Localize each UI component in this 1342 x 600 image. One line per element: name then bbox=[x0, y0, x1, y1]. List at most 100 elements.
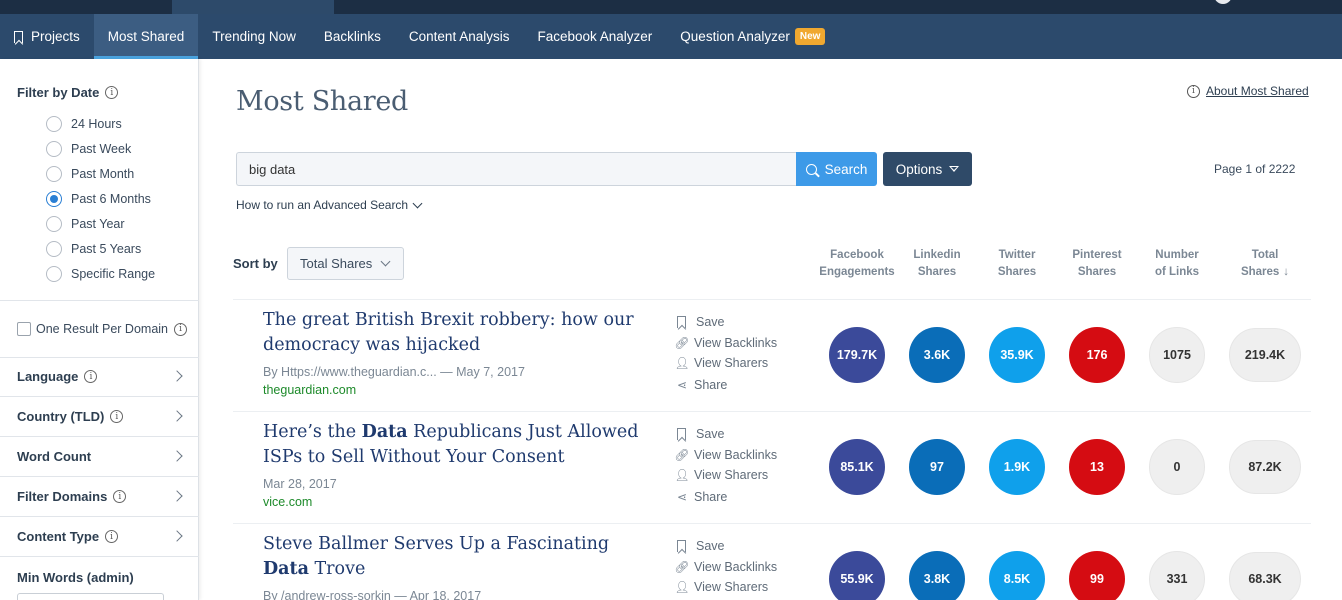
user-avatar[interactable] bbox=[1214, 0, 1232, 4]
share-icon: ⋖ bbox=[676, 378, 688, 392]
nav-trending-now[interactable]: Trending Now bbox=[198, 14, 310, 59]
nav-projects[interactable]: Projects bbox=[0, 14, 94, 59]
title-text: Steve Ballmer Serves Up a Fascinating bbox=[263, 534, 610, 554]
bookmark-icon bbox=[677, 540, 686, 552]
filter-word-count[interactable]: Word Count bbox=[0, 437, 199, 477]
save-action[interactable]: Save bbox=[675, 426, 725, 442]
radio-button[interactable] bbox=[46, 240, 62, 257]
article-title-link[interactable]: The great British Brexit robbery: how ou… bbox=[263, 308, 643, 358]
article-domain[interactable]: theguardian.com bbox=[263, 383, 356, 397]
search-button[interactable]: Search bbox=[796, 152, 877, 186]
min-words-input[interactable] bbox=[17, 593, 164, 600]
sort-select-value: Total Shares bbox=[300, 256, 373, 271]
linkedin-count: 3.6K bbox=[909, 327, 965, 383]
date-option-past-5-years[interactable]: Past 5 Years bbox=[46, 236, 155, 261]
links-count[interactable]: 0 bbox=[1149, 439, 1205, 495]
pinterest-count: 176 bbox=[1069, 327, 1125, 383]
date-option-past-week[interactable]: Past Week bbox=[46, 136, 155, 161]
title-text: Trove bbox=[308, 559, 366, 579]
info-icon[interactable]: i bbox=[84, 370, 98, 383]
view-sharers-action[interactable]: 👤︎ View Sharers bbox=[674, 467, 768, 483]
article-domain[interactable]: vice.com bbox=[263, 495, 312, 509]
bookmark-icon bbox=[677, 428, 686, 440]
radio-button[interactable] bbox=[46, 115, 62, 132]
date-option-past-month[interactable]: Past Month bbox=[46, 161, 155, 186]
info-icon[interactable]: i bbox=[174, 322, 188, 336]
column-header-total[interactable]: Total Shares ↓ bbox=[1220, 247, 1310, 281]
page-info: Page 1 of 2222 bbox=[1214, 162, 1296, 176]
nav-content-analysis[interactable]: Content Analysis bbox=[395, 14, 524, 59]
share-action[interactable]: ⋖ Share bbox=[675, 489, 727, 505]
options-button[interactable]: Options bbox=[883, 152, 972, 186]
date-option-24-hours[interactable]: 24 Hours bbox=[46, 111, 155, 136]
view-backlinks-action[interactable]: 🔗︎ View Backlinks bbox=[674, 447, 777, 463]
share-action[interactable]: ⋖ Share bbox=[675, 377, 727, 393]
chevron-right-icon bbox=[171, 370, 183, 382]
column-header-facebook[interactable]: Facebook Engagements bbox=[812, 247, 902, 281]
advanced-search-link[interactable]: How to run an Advanced Search bbox=[236, 198, 423, 212]
links-count[interactable]: 1075 bbox=[1149, 327, 1205, 383]
nav-facebook-analyzer[interactable]: Facebook Analyzer bbox=[523, 14, 666, 59]
column-header-twitter[interactable]: Twitter Shares bbox=[972, 247, 1062, 281]
save-action[interactable]: Save bbox=[675, 314, 725, 330]
radio-label: Past Week bbox=[71, 141, 132, 156]
column-header-pinterest[interactable]: Pinterest Shares bbox=[1052, 247, 1142, 281]
date-option-past-year[interactable]: Past Year bbox=[46, 211, 155, 236]
nav-question-analyzer[interactable]: Question Analyzer New bbox=[666, 14, 839, 59]
radio-button[interactable] bbox=[46, 165, 62, 182]
info-icon[interactable]: i bbox=[110, 410, 124, 423]
total-shares: 219.4K bbox=[1229, 328, 1301, 382]
pinterest-count: 99 bbox=[1069, 551, 1125, 600]
save-action[interactable]: Save bbox=[675, 538, 725, 554]
row-divider bbox=[233, 411, 1311, 412]
radio-button[interactable] bbox=[46, 215, 62, 232]
radio-button[interactable] bbox=[46, 265, 62, 282]
filter-content-type[interactable]: Content Type i bbox=[0, 517, 199, 557]
action-label: View Sharers bbox=[694, 356, 769, 370]
nav-most-shared[interactable]: Most Shared bbox=[93, 14, 199, 59]
title-keyword: Data bbox=[361, 422, 408, 442]
column-header-links[interactable]: Number of Links bbox=[1132, 247, 1222, 281]
filter-country[interactable]: Country (TLD) i bbox=[0, 397, 199, 437]
filter-language[interactable]: Language i bbox=[0, 357, 199, 397]
info-icon[interactable]: i bbox=[113, 490, 127, 503]
info-icon[interactable]: i bbox=[105, 86, 119, 99]
info-icon[interactable]: i bbox=[105, 530, 119, 543]
about-most-shared-link[interactable]: i About Most Shared bbox=[1187, 84, 1309, 98]
view-sharers-action[interactable]: 👤︎ View Sharers bbox=[674, 579, 768, 595]
column-header-line: Twitter bbox=[998, 249, 1036, 261]
one-result-per-domain[interactable]: One Result Per Domain i bbox=[17, 322, 188, 336]
date-option-specific-range[interactable]: Specific Range bbox=[46, 261, 155, 286]
nav-label: Backlinks bbox=[323, 29, 381, 44]
action-label: View Backlinks bbox=[694, 336, 778, 350]
action-label: Share bbox=[694, 378, 728, 392]
section-label: Min Words (admin) bbox=[17, 569, 134, 585]
new-badge: New bbox=[794, 28, 826, 45]
user-icon: 👤︎ bbox=[674, 356, 690, 370]
date-option-past-6-months[interactable]: Past 6 Months bbox=[46, 186, 155, 211]
column-header-line: Linkedin bbox=[913, 249, 961, 261]
checkbox[interactable] bbox=[17, 322, 31, 336]
sort-select[interactable]: Total Shares bbox=[287, 247, 404, 280]
radio-label: Specific Range bbox=[71, 266, 156, 281]
filter-domains[interactable]: Filter Domains i bbox=[0, 477, 199, 517]
top-strip-active-tab[interactable] bbox=[172, 0, 334, 14]
article-title-link[interactable]: Here’s the Data Republicans Just Allowed… bbox=[263, 420, 643, 470]
nav-label: Facebook Analyzer bbox=[537, 29, 653, 44]
advanced-search-label: How to run an Advanced Search bbox=[236, 198, 409, 212]
links-count[interactable]: 331 bbox=[1149, 551, 1205, 600]
link-icon: 🔗︎ bbox=[674, 560, 690, 574]
view-backlinks-action[interactable]: 🔗︎ View Backlinks bbox=[674, 559, 777, 575]
column-header-linkedin[interactable]: Linkedin Shares bbox=[892, 247, 982, 281]
nav-backlinks[interactable]: Backlinks bbox=[310, 14, 395, 59]
search-input[interactable] bbox=[236, 152, 796, 186]
view-sharers-action[interactable]: 👤︎ View Sharers bbox=[674, 355, 769, 371]
view-backlinks-action[interactable]: 🔗︎ View Backlinks bbox=[674, 335, 778, 351]
article-title-link[interactable]: Steve Ballmer Serves Up a Fascinating Da… bbox=[263, 532, 643, 582]
sort-arrow-down-icon: ↓ bbox=[1283, 266, 1290, 278]
main-nav: Projects Most Shared Trending Now Backli… bbox=[0, 14, 1342, 59]
nav-label: Content Analysis bbox=[408, 29, 510, 44]
row-divider bbox=[233, 299, 1311, 300]
radio-button-selected[interactable] bbox=[46, 190, 62, 207]
radio-button[interactable] bbox=[46, 140, 62, 157]
